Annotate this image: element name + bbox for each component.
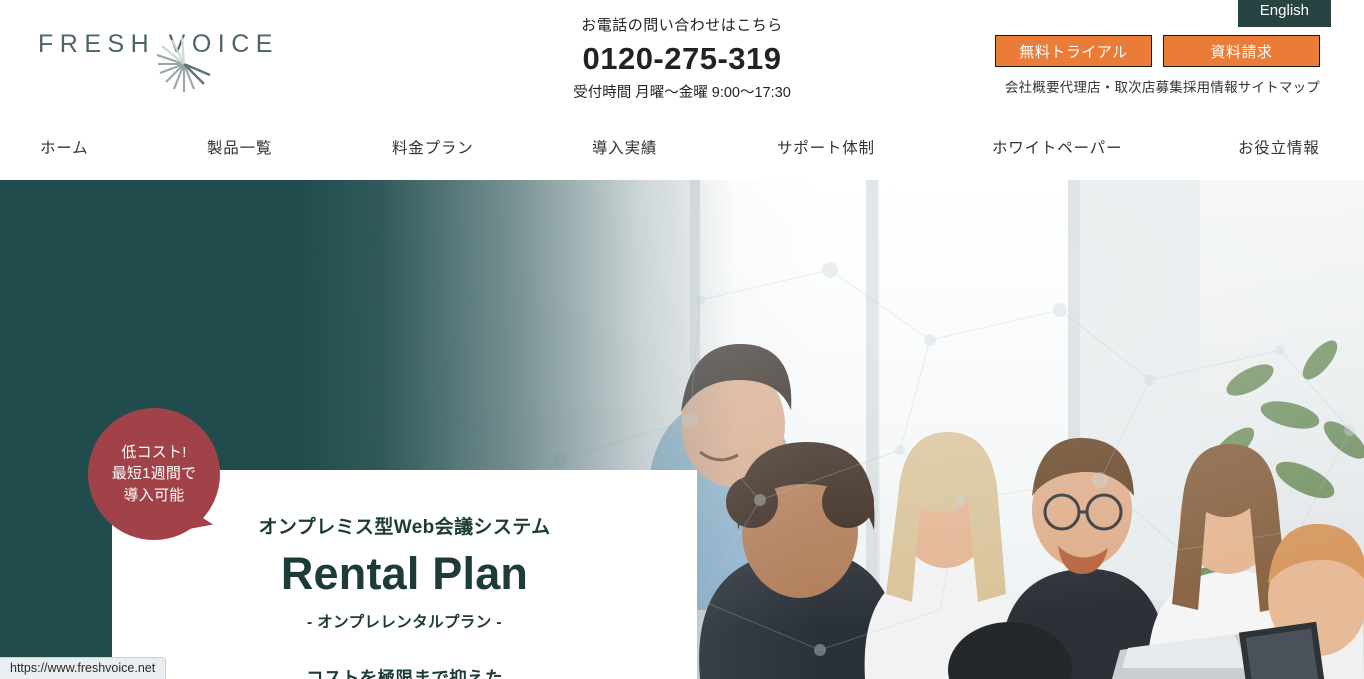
sublink-sitemap[interactable]: サイトマップ bbox=[1238, 80, 1320, 95]
badge-line-2: 最短1週間で bbox=[111, 465, 197, 483]
nav-item-case-studies[interactable]: 導入実績 bbox=[592, 136, 657, 158]
hero-headline: Rental Plan bbox=[280, 548, 529, 599]
hero-section: オンプレミス型Web会議システム Rental Plan - オンプレレンタルプ… bbox=[0, 180, 1364, 679]
language-switch-english-button[interactable]: English bbox=[1237, 0, 1331, 27]
header-sublinks: 会社概要代理店・取次店募集採用情報サイトマップ bbox=[990, 76, 1320, 96]
site-header: FRESH VOICE お電話の問い合わせはこちら 0120-275-319 受… bbox=[0, 0, 1364, 180]
browser-status-bar-url: https://www.freshvoice.net bbox=[0, 657, 167, 679]
sunburst-icon bbox=[156, 36, 211, 92]
nav-item-home[interactable]: ホーム bbox=[40, 136, 88, 158]
site-logo[interactable]: FRESH VOICE bbox=[38, 24, 318, 92]
document-request-button[interactable]: 資料請求 bbox=[1163, 35, 1320, 67]
sublink-recruitment[interactable]: 採用情報 bbox=[1183, 80, 1238, 95]
badge-line-3: 導入可能 bbox=[123, 486, 185, 504]
nav-item-whitepaper[interactable]: ホワイトペーパー bbox=[992, 136, 1122, 158]
free-trial-button[interactable]: 無料トライアル bbox=[995, 35, 1152, 67]
hero-lead-line1: コストを極限まで抑えた bbox=[306, 668, 503, 679]
sublink-agency-recruit[interactable]: 代理店・取次店募集 bbox=[1060, 80, 1183, 95]
nav-item-pricing[interactable]: 料金プラン bbox=[392, 136, 474, 158]
page-root: FRESH VOICE お電話の問い合わせはこちら 0120-275-319 受… bbox=[0, 0, 1364, 679]
nav-item-products[interactable]: 製品一覧 bbox=[207, 136, 272, 158]
hero-subline: - オンプレレンタルプラン - bbox=[307, 614, 502, 632]
header-cta-row: 無料トライアル 資料請求 bbox=[990, 35, 1320, 67]
hero-lead-text: コストを極限まで抑えた オンプレミス版Web会議システム bbox=[112, 663, 697, 679]
nav-item-support[interactable]: サポート体制 bbox=[777, 136, 875, 158]
badge-line-1: 低コスト! bbox=[121, 444, 187, 462]
nav-item-useful-info[interactable]: お役立情報 bbox=[1238, 136, 1320, 158]
sublink-company-profile[interactable]: 会社概要 bbox=[1005, 80, 1060, 95]
main-navigation: ホーム 製品一覧 料金プラン 導入実績 サポート体制 ホワイトペーパー お役立情… bbox=[0, 122, 1364, 180]
header-utility-area: English 無料トライアル 資料請求 会社概要代理店・取次店募集採用情報サイ… bbox=[990, 0, 1331, 96]
low-cost-badge: 低コスト! 最短1週間で 導入可能 bbox=[88, 408, 220, 540]
